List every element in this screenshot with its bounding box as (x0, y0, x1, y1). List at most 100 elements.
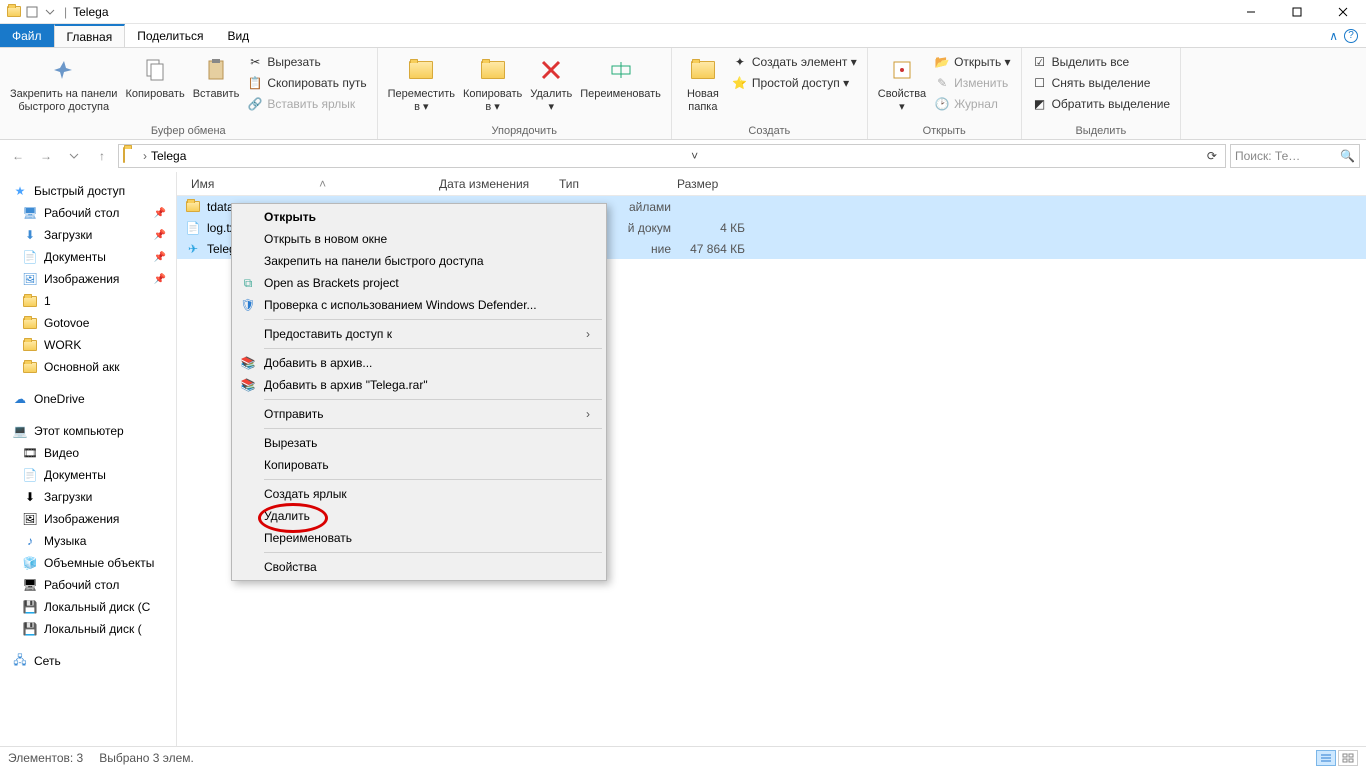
nav-folder-work[interactable]: WORK (0, 334, 176, 356)
ctx-open[interactable]: Открыть (234, 206, 604, 228)
ctx-defender[interactable]: 🛡Проверка с использованием Windows Defen… (234, 294, 604, 316)
copy-path-button[interactable]: 📋Скопировать путь (243, 73, 370, 93)
nav-videos[interactable]: 🎞Видео (0, 442, 176, 464)
ctx-rename[interactable]: Переименовать (234, 527, 604, 549)
nav-back-button[interactable]: ← (6, 144, 30, 168)
documents-icon: 📄 (22, 249, 38, 265)
chevron-right-icon[interactable]: › (143, 149, 147, 163)
nav-folder-main-acc[interactable]: Основной акк (0, 356, 176, 378)
delete-button[interactable]: Удалить ▾ (526, 52, 576, 116)
column-date[interactable]: Дата изменения (433, 177, 553, 191)
nav-recent-button[interactable] (62, 144, 86, 168)
nav-forward-button[interactable]: → (34, 144, 58, 168)
nav-desktop2[interactable]: 🖥Рабочий стол (0, 574, 176, 596)
paste-shortcut-button[interactable]: 🔗Вставить ярлык (243, 94, 370, 114)
copy-button[interactable]: Копировать (121, 52, 188, 103)
tab-view[interactable]: Вид (215, 24, 261, 47)
edit-button[interactable]: ✎Изменить (930, 73, 1014, 93)
paste-button[interactable]: Вставить (189, 52, 244, 103)
minimize-button[interactable] (1228, 0, 1274, 24)
ctx-delete[interactable]: Удалить (234, 505, 604, 527)
copyto-icon (477, 54, 509, 86)
shortcut-icon: 🔗 (247, 96, 263, 112)
nav-network[interactable]: 🖧Сеть (0, 650, 176, 672)
ctx-add-archive[interactable]: 📚Добавить в архив... (234, 352, 604, 374)
nav-drive-c[interactable]: 💾Локальный диск (C (0, 596, 176, 618)
maximize-button[interactable] (1274, 0, 1320, 24)
qat-dropdown-icon[interactable] (42, 4, 58, 20)
nav-drive-d[interactable]: 💾Локальный диск ( (0, 618, 176, 640)
history-button[interactable]: 🕑Журнал (930, 94, 1014, 114)
new-folder-button[interactable]: Новая папка (678, 52, 728, 116)
nav-desktop[interactable]: 🖥Рабочий стол📌 (0, 202, 176, 224)
view-thumbnails-button[interactable] (1338, 750, 1358, 766)
nav-this-pc[interactable]: 💻Этот компьютер (0, 420, 176, 442)
nav-downloads[interactable]: ⬇Загрузки📌 (0, 224, 176, 246)
address-bar-row: ← → ↑ › Telega ˅ ⟳ Поиск: Те… 🔍 (0, 140, 1366, 172)
qat-save-icon[interactable] (24, 4, 40, 20)
nav-3d-objects[interactable]: 🧊Объемные объекты (0, 552, 176, 574)
refresh-icon[interactable]: ⟳ (1203, 149, 1221, 163)
documents-icon: 📄 (22, 467, 38, 483)
copy-to-button[interactable]: Копировать в ▾ (459, 52, 526, 116)
ctx-properties[interactable]: Свойства (234, 556, 604, 578)
chevron-right-icon: › (586, 407, 590, 421)
open-button[interactable]: 📂Открыть ▾ (930, 52, 1014, 72)
invert-selection-button[interactable]: ◩Обратить выделение (1028, 94, 1175, 114)
nav-music[interactable]: ♪Музыка (0, 530, 176, 552)
nav-quick-access[interactable]: ★Быстрый доступ (0, 180, 176, 202)
nav-documents[interactable]: 📄Документы📌 (0, 246, 176, 268)
ctx-add-rar[interactable]: 📚Добавить в архив "Telega.rar" (234, 374, 604, 396)
column-size[interactable]: Размер (671, 177, 751, 191)
nav-folder-1[interactable]: 1 (0, 290, 176, 312)
ctx-cut[interactable]: Вырезать (234, 432, 604, 454)
ctx-copy[interactable]: Копировать (234, 454, 604, 476)
pin-icon: 📌 (154, 230, 166, 241)
column-type[interactable]: Тип (553, 177, 671, 191)
tab-home[interactable]: Главная (54, 24, 126, 47)
ribbon-collapse-icon[interactable]: ∧ (1329, 29, 1338, 43)
nav-up-button[interactable]: ↑ (90, 144, 114, 168)
search-input[interactable]: Поиск: Те… 🔍 (1230, 144, 1360, 168)
window-title: Telega (73, 5, 108, 19)
pin-quickaccess-button[interactable]: Закрепить на панели быстрого доступа (6, 52, 121, 116)
view-details-button[interactable] (1316, 750, 1336, 766)
dropdown-icon[interactable]: ˅ (687, 149, 702, 163)
easy-access-button[interactable]: ⭐Простой доступ ▾ (728, 73, 861, 93)
nav-onedrive[interactable]: ☁OneDrive (0, 388, 176, 410)
breadcrumb-folder[interactable]: Telega (151, 149, 186, 163)
ctx-send-to[interactable]: Отправить› (234, 403, 604, 425)
nav-pictures[interactable]: 🖼Изображения📌 (0, 268, 176, 290)
open-icon: 📂 (934, 54, 950, 70)
nav-pictures2[interactable]: 🖼Изображения (0, 508, 176, 530)
column-name[interactable]: Имя˄ (185, 177, 433, 191)
nav-documents2[interactable]: 📄Документы (0, 464, 176, 486)
ctx-grant-access[interactable]: Предоставить доступ к› (234, 323, 604, 345)
ribbon-group-open: Свойства ▾ 📂Открыть ▾ ✎Изменить 🕑Журнал … (868, 48, 1022, 139)
select-all-button[interactable]: ☑Выделить все (1028, 52, 1175, 72)
folder-icon (22, 315, 38, 331)
star-icon: ★ (12, 183, 28, 199)
drive-icon: 💾 (22, 621, 38, 637)
search-icon: 🔍 (1340, 149, 1355, 163)
cut-button[interactable]: ✂Вырезать (243, 52, 370, 72)
properties-button[interactable]: Свойства ▾ (874, 52, 930, 116)
select-none-button[interactable]: ☐Снять выделение (1028, 73, 1175, 93)
close-button[interactable] (1320, 0, 1366, 24)
ctx-brackets[interactable]: ⧉Open as Brackets project (234, 272, 604, 294)
nav-downloads2[interactable]: ⬇Загрузки (0, 486, 176, 508)
address-bar[interactable]: › Telega ˅ ⟳ (118, 144, 1226, 168)
move-to-button[interactable]: Переместить в ▾ (384, 52, 459, 116)
ctx-create-shortcut[interactable]: Создать ярлык (234, 483, 604, 505)
ctx-pin-quick[interactable]: Закрепить на панели быстрого доступа (234, 250, 604, 272)
pin-icon (48, 54, 80, 86)
ribbon-group-organize: Переместить в ▾ Копировать в ▾ Удалить ▾… (378, 48, 672, 139)
new-item-button[interactable]: ✦Создать элемент ▾ (728, 52, 861, 72)
ctx-open-new-window[interactable]: Открыть в новом окне (234, 228, 604, 250)
rename-button[interactable]: Переименовать (576, 52, 665, 103)
nav-folder-gotovoe[interactable]: Gotovoe (0, 312, 176, 334)
tab-share[interactable]: Поделиться (125, 24, 215, 47)
tab-file[interactable]: Файл (0, 24, 54, 47)
brackets-icon: ⧉ (240, 275, 256, 291)
help-icon[interactable]: ? (1344, 29, 1358, 43)
